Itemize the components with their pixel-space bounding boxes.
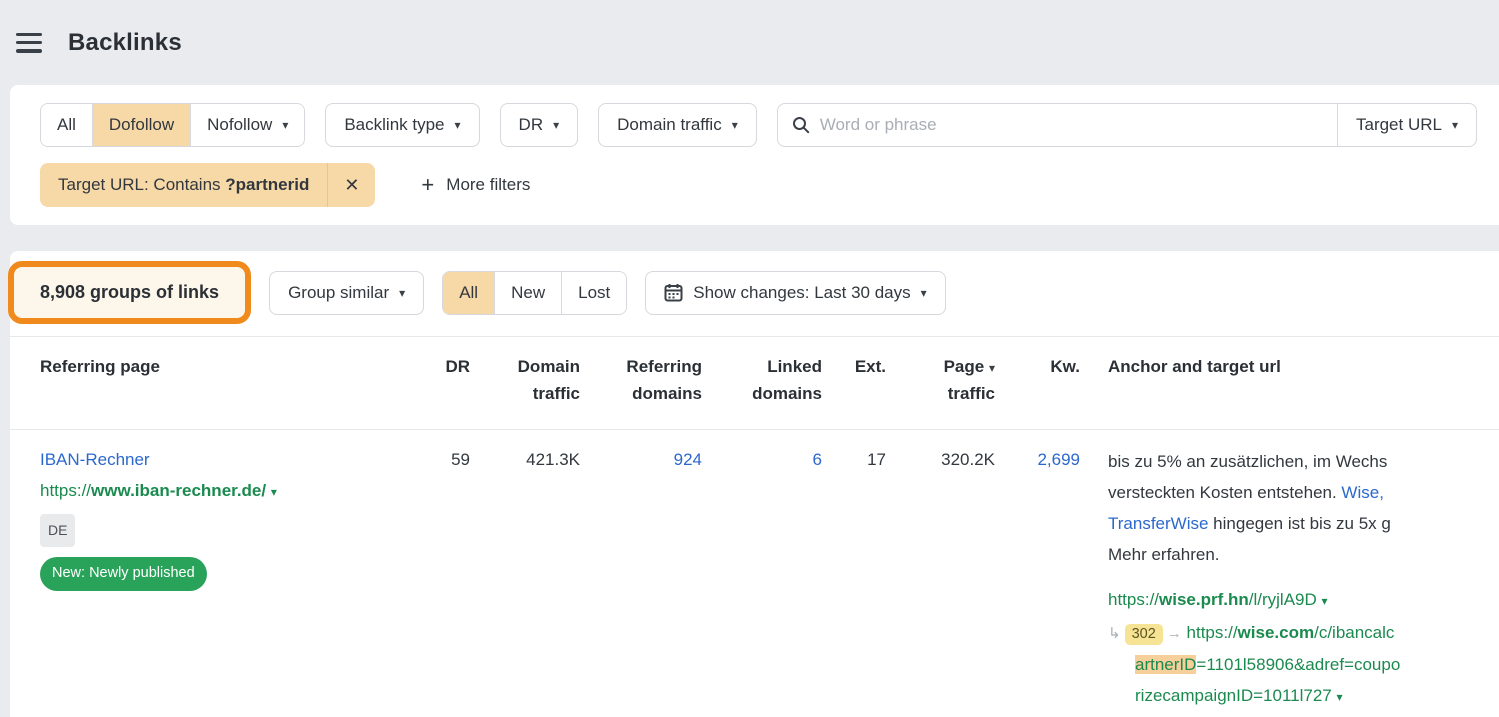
chevron-down-icon[interactable]: ▾ xyxy=(1336,690,1342,704)
filter-tab-nofollow[interactable]: Nofollow ▾ xyxy=(191,104,304,146)
column-header-referring-page[interactable]: Referring page xyxy=(40,353,420,407)
referring-page-cell: IBAN-Rechner https://www.iban-rechner.de… xyxy=(40,446,420,713)
dr-label: DR xyxy=(519,115,544,135)
redirect-line: ↳302→ https://wise.com/c/ibancalc xyxy=(1108,617,1499,649)
redirect-url-continued: rizecampaignID=1011l727 ▾ xyxy=(1108,680,1499,713)
target-url-dropdown[interactable]: Target URL ▾ xyxy=(1338,104,1476,146)
referring-domains-link[interactable]: 924 xyxy=(674,450,702,469)
chip-prefix: Target URL: Contains xyxy=(58,175,221,195)
filter-tab-dofollow[interactable]: Dofollow xyxy=(93,104,191,146)
referring-page-title-link[interactable]: IBAN-Rechner xyxy=(40,446,150,473)
domain-traffic-dropdown[interactable]: Domain traffic ▾ xyxy=(598,103,757,147)
changes-tab-lost[interactable]: Lost xyxy=(562,272,626,314)
redirect-target-url[interactable]: https://wise.com/c/ibancalc xyxy=(1187,623,1395,642)
show-changes-label: Show changes: Last 30 days xyxy=(693,283,910,303)
results-toolbar-wrap: 8,908 groups of links Group similar ▾ Al… xyxy=(40,261,1499,336)
table-header-row: Referring page DR Domain traffic Referri… xyxy=(40,337,1499,429)
anchor-text: bis zu 5% an zusätzlichen, im Wechs vers… xyxy=(1108,446,1499,570)
domain-traffic-value: 421.3K xyxy=(470,446,580,713)
chevron-down-icon[interactable]: ▾ xyxy=(271,485,277,499)
anchor-inline-link[interactable]: TransferWise xyxy=(1108,514,1208,533)
backlink-type-label: Backlink type xyxy=(344,115,444,135)
word-search-control: Target URL ▾ xyxy=(777,103,1477,147)
url-prefix: https:// xyxy=(40,481,91,500)
column-header-ext[interactable]: Ext. xyxy=(822,353,886,407)
changes-segmented-control: All New Lost xyxy=(442,271,627,315)
anchor-line: TransferWise hingegen ist bis zu 5x g xyxy=(1108,508,1499,539)
url-domain: www.iban-rechner.de/ xyxy=(91,481,266,500)
anchor-line: Mehr erfahren. xyxy=(1108,539,1499,570)
column-header-anchor[interactable]: Anchor and target url xyxy=(1080,353,1499,407)
column-header-referring-domains[interactable]: Referring domains xyxy=(580,353,702,407)
referring-page-url[interactable]: https://www.iban-rechner.de/ ▾ xyxy=(40,477,420,506)
linked-domains-link[interactable]: 6 xyxy=(813,450,822,469)
filter-tab-all[interactable]: All xyxy=(41,104,93,146)
redirect-code-badge: 302 xyxy=(1125,624,1163,645)
dr-dropdown[interactable]: DR ▾ xyxy=(500,103,579,147)
changes-tab-new[interactable]: New xyxy=(495,272,562,314)
show-changes-dropdown[interactable]: Show changes: Last 30 days ▾ xyxy=(645,271,945,315)
page-traffic-line1: Page xyxy=(944,357,985,376)
filters-row-1: All Dofollow Nofollow ▾ Backlink type ▾ … xyxy=(40,103,1499,147)
results-toolbar: 8,908 groups of links Group similar ▾ Al… xyxy=(40,261,1499,324)
chevron-down-icon: ▾ xyxy=(399,287,405,299)
dr-value: 59 xyxy=(420,446,470,713)
page-title: Backlinks xyxy=(68,29,182,57)
results-panel: 8,908 groups of links Group similar ▾ Al… xyxy=(10,251,1499,717)
page-traffic-value: 320.2K xyxy=(886,446,995,713)
count-highlight-annotation: 8,908 groups of links xyxy=(8,261,251,324)
anchor-line: bis zu 5% an zusätzlichen, im Wechs xyxy=(1108,446,1499,477)
plus-icon: + xyxy=(421,174,434,196)
column-header-dr[interactable]: DR xyxy=(420,353,470,407)
chevron-down-icon: ▾ xyxy=(455,119,461,131)
highlighted-match: artnerID xyxy=(1135,655,1196,674)
redirect-url-continued: artnerID=1101l58906&adref=coupo xyxy=(1108,649,1499,680)
anchor-inline-link[interactable]: Wise, xyxy=(1341,483,1384,502)
more-filters-label: More filters xyxy=(446,175,530,195)
target-url-block: https://wise.prf.hn/l/ryjlA9D ▾ ↳302→ ht… xyxy=(1108,584,1499,713)
group-similar-label: Group similar xyxy=(288,283,389,303)
anchor-line: versteckten Kosten entstehen. Wise, xyxy=(1108,477,1499,508)
group-similar-dropdown[interactable]: Group similar ▾ xyxy=(269,271,424,315)
search-input[interactable] xyxy=(820,104,1337,146)
anchor-target-cell: bis zu 5% an zusätzlichen, im Wechs vers… xyxy=(1080,446,1499,713)
target-url-label: Target URL xyxy=(1356,115,1442,135)
domain-traffic-label: Domain traffic xyxy=(617,115,722,135)
chevron-down-icon[interactable]: ▾ xyxy=(1322,594,1328,608)
redirect-arrow-icon: → xyxy=(1167,625,1182,642)
column-header-kw[interactable]: Kw. xyxy=(995,353,1080,407)
active-filter-chip[interactable]: Target URL: Contains ?partnerid ✕ xyxy=(40,163,375,207)
redirect-branch-icon: ↳ xyxy=(1108,625,1121,642)
column-header-linked-domains[interactable]: Linked domains xyxy=(702,353,822,407)
chevron-down-icon: ▾ xyxy=(921,287,927,299)
chip-value: ?partnerid xyxy=(225,175,309,195)
column-header-domain-traffic[interactable]: Domain traffic xyxy=(470,353,580,407)
top-bar: Backlinks xyxy=(0,0,1499,85)
changes-tab-all[interactable]: All xyxy=(443,272,495,314)
chevron-down-icon: ▾ xyxy=(732,119,738,131)
chevron-down-icon: ▾ xyxy=(282,119,288,131)
hamburger-menu-icon[interactable] xyxy=(16,33,42,53)
active-filter-chip-text: Target URL: Contains ?partnerid xyxy=(40,163,327,207)
filters-row-2: Target URL: Contains ?partnerid ✕ + More… xyxy=(40,163,1499,207)
keywords-link[interactable]: 2,699 xyxy=(1037,450,1080,469)
remove-filter-icon[interactable]: ✕ xyxy=(328,163,375,207)
table-row: IBAN-Rechner https://www.iban-rechner.de… xyxy=(40,430,1499,717)
filter-tab-nofollow-label: Nofollow xyxy=(207,115,272,135)
target-url[interactable]: https://wise.prf.hn/l/ryjlA9D ▾ xyxy=(1108,584,1499,617)
backlink-type-dropdown[interactable]: Backlink type ▾ xyxy=(325,103,479,147)
chevron-down-icon: ▾ xyxy=(553,119,559,131)
column-header-page-traffic[interactable]: Page ▾ traffic xyxy=(886,353,995,407)
calendar-icon xyxy=(664,283,683,302)
follow-segmented-control: All Dofollow Nofollow ▾ xyxy=(40,103,305,147)
results-count: 8,908 groups of links xyxy=(40,282,219,302)
search-icon xyxy=(792,116,810,134)
status-badge: New: Newly published xyxy=(40,557,207,591)
ext-value: 17 xyxy=(822,446,886,713)
page-traffic-line2: traffic xyxy=(948,384,995,403)
more-filters-button[interactable]: + More filters xyxy=(421,174,530,196)
chevron-down-icon: ▾ xyxy=(1452,119,1458,131)
language-badge: DE xyxy=(40,514,75,547)
filters-panel: All Dofollow Nofollow ▾ Backlink type ▾ … xyxy=(10,85,1499,225)
